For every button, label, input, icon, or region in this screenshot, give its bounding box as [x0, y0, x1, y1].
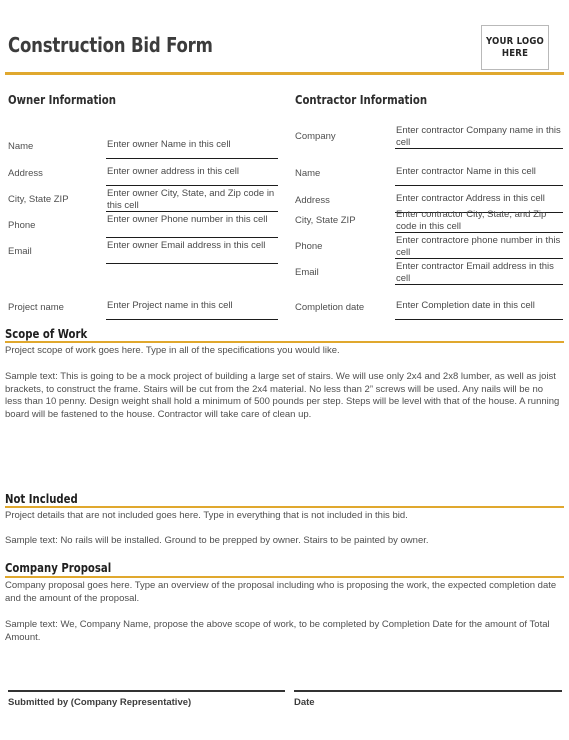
field-row-contractor-email: Email Enter contractor Email address in …: [0, 259, 569, 285]
not-included-rule: [5, 506, 564, 508]
field-row-completion-date: Completion date Enter Completion date in…: [0, 294, 569, 320]
company-proposal-heading: Company Proposal: [5, 560, 112, 575]
not-included-sample[interactable]: Sample text: No rails will be installed.…: [5, 535, 562, 548]
label-date: Date: [294, 697, 315, 708]
input-contractor-phone[interactable]: Enter contractore phone number in this c…: [395, 233, 563, 259]
field-row-contractor-company: Company Enter contractor Company name in…: [0, 123, 569, 149]
label-completion-date: Completion date: [295, 302, 365, 313]
label-contractor-address: Address: [295, 195, 330, 206]
not-included-heading: Not Included: [5, 491, 78, 506]
input-completion-date[interactable]: Enter Completion date in this cell: [395, 294, 563, 320]
scope-of-work-rule: [5, 341, 564, 343]
company-proposal-intro[interactable]: Company proposal goes here. Type an over…: [5, 580, 562, 605]
scope-of-work-sample[interactable]: Sample text: This is going to be a mock …: [5, 371, 562, 421]
owner-information-heading: Owner Information: [8, 93, 116, 107]
label-submitted-by: Submitted by (Company Representative): [8, 697, 192, 708]
label-contractor-citystatezip: City, State ZIP: [295, 215, 356, 226]
scope-of-work-intro[interactable]: Project scope of work goes here. Type in…: [5, 345, 562, 358]
label-contractor-email: Email: [295, 267, 319, 278]
logo-placeholder[interactable]: YOUR LOGO HERE: [481, 25, 549, 70]
input-contractor-email[interactable]: Enter contractor Email address in this c…: [395, 259, 563, 285]
document-header: Construction Bid Form YOUR LOGO HERE: [0, 0, 569, 75]
input-contractor-name[interactable]: Enter contractor Name in this cell: [395, 160, 563, 186]
input-contractor-company[interactable]: Enter contractor Company name in this ce…: [395, 123, 563, 149]
logo-line-1: YOUR LOGO: [485, 35, 545, 47]
header-accent-rule: [5, 72, 564, 75]
label-contractor-name: Name: [295, 168, 321, 179]
field-row-contractor-name: Name Enter contractor Name in this cell: [0, 160, 569, 186]
not-included-intro[interactable]: Project details that are not included go…: [5, 510, 562, 523]
label-contractor-company: Company: [295, 131, 336, 142]
input-contractor-citystatezip[interactable]: Enter contractor City, State, and Zip co…: [395, 207, 563, 233]
page-title: Construction Bid Form: [8, 33, 213, 57]
logo-line-2: HERE: [501, 47, 529, 59]
field-row-contractor-phone: Phone Enter contractore phone number in …: [0, 233, 569, 259]
company-proposal-sample[interactable]: Sample text: We, Company Name, propose t…: [5, 619, 562, 644]
field-row-contractor-citystatezip: City, State ZIP Enter contractor City, S…: [0, 207, 569, 233]
signature-line-date[interactable]: [294, 690, 562, 692]
signature-line-submitted-by[interactable]: [8, 690, 285, 692]
bid-form-page: Construction Bid Form YOUR LOGO HERE Own…: [0, 0, 569, 740]
scope-of-work-heading: Scope of Work: [5, 326, 88, 341]
company-proposal-rule: [5, 576, 564, 578]
label-contractor-phone: Phone: [295, 241, 323, 252]
contractor-information-heading: Contractor Information: [295, 93, 428, 107]
